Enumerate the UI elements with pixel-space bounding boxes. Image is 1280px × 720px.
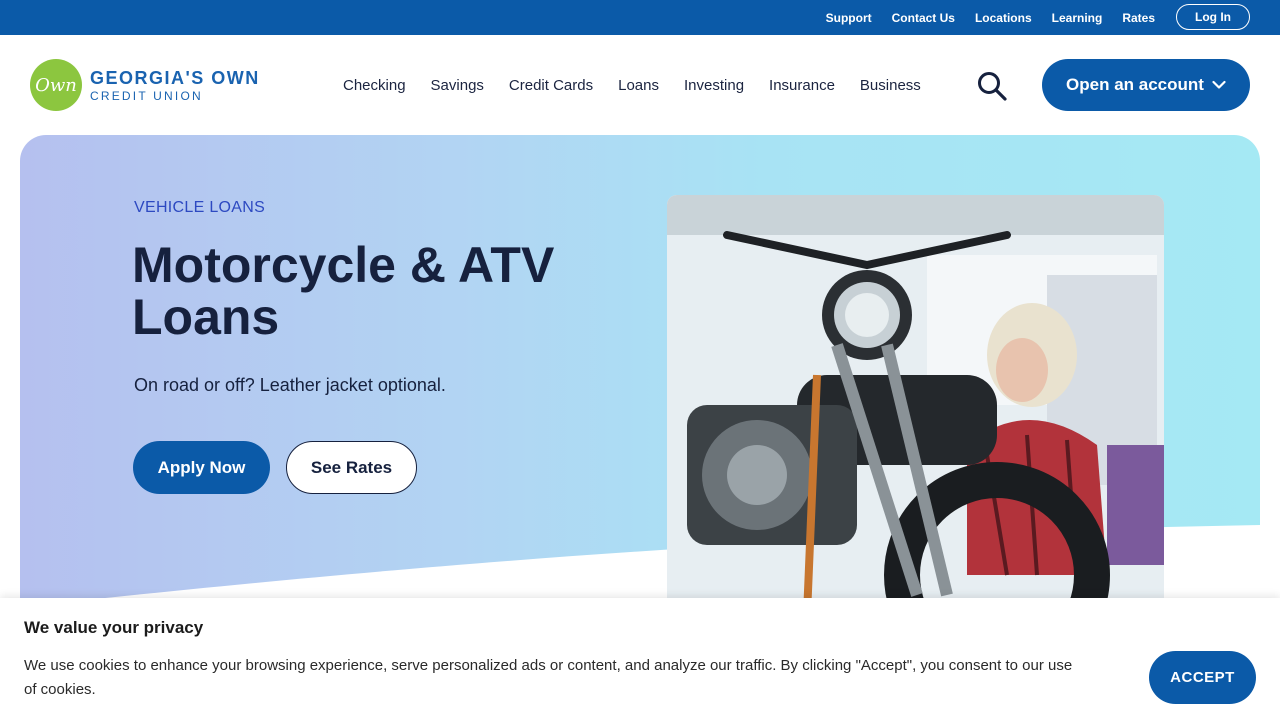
nav-item-insurance[interactable]: Insurance: [769, 77, 835, 94]
page-title: Motorcycle & ATV Loans: [132, 237, 555, 345]
cookie-message: We use cookies to enhance your browsing …: [24, 657, 1073, 698]
chevron-down-icon: [1212, 80, 1226, 89]
logo-wordmark: GEORGIA'S OWN CREDIT UNION: [90, 69, 260, 102]
nav-item-investing[interactable]: Investing: [684, 77, 744, 94]
see-rates-button[interactable]: See Rates: [286, 441, 417, 494]
hero-eyebrow: VEHICLE LOANS: [134, 199, 266, 216]
utility-link-locations[interactable]: Locations: [975, 11, 1032, 25]
cookie-title: We value your privacy: [24, 618, 204, 637]
hero-motorcycle-photo: [667, 195, 1164, 615]
nav-item-business[interactable]: Business: [860, 77, 921, 94]
hero-subtitle: On road or off? Leather jacket optional.: [134, 375, 446, 395]
nav-item-credit-cards[interactable]: Credit Cards: [509, 77, 593, 94]
main-nav: Checking Savings Credit Cards Loans Inve…: [343, 35, 921, 135]
motorcycle-illustration: [667, 195, 1164, 615]
login-button[interactable]: Log In: [1176, 4, 1250, 30]
nav-item-loans[interactable]: Loans: [618, 77, 659, 94]
open-account-label: Open an account: [1066, 75, 1204, 94]
site-header: Own GEORGIA'S OWN CREDIT UNION Checking …: [0, 35, 1280, 135]
logo-name: GEORGIA'S OWN: [90, 67, 260, 88]
utility-link-support[interactable]: Support: [826, 11, 872, 25]
cookie-banner: We value your privacy We use cookies to …: [0, 598, 1280, 720]
utility-link-rates[interactable]: Rates: [1122, 11, 1155, 25]
utility-bar: Support Contact Us Locations Learning Ra…: [0, 0, 1280, 35]
accept-cookies-button[interactable]: ACCEPT: [1149, 651, 1256, 704]
utility-nav: Support Contact Us Locations Learning Ra…: [826, 0, 1155, 35]
hero-banner: VEHICLE LOANS Motorcycle & ATV Loans On …: [20, 135, 1260, 615]
brand-logo[interactable]: Own GEORGIA'S OWN CREDIT UNION: [30, 59, 260, 111]
logo-mark: Own: [30, 59, 82, 111]
nav-item-checking[interactable]: Checking: [343, 77, 406, 94]
open-account-button[interactable]: Open an account: [1042, 59, 1250, 111]
utility-link-learning[interactable]: Learning: [1052, 11, 1103, 25]
search-icon[interactable]: [976, 71, 1008, 101]
logo-subname: CREDIT UNION: [90, 88, 203, 103]
utility-link-contact-us[interactable]: Contact Us: [892, 11, 955, 25]
nav-item-savings[interactable]: Savings: [431, 77, 484, 94]
apply-now-button[interactable]: Apply Now: [133, 441, 270, 494]
